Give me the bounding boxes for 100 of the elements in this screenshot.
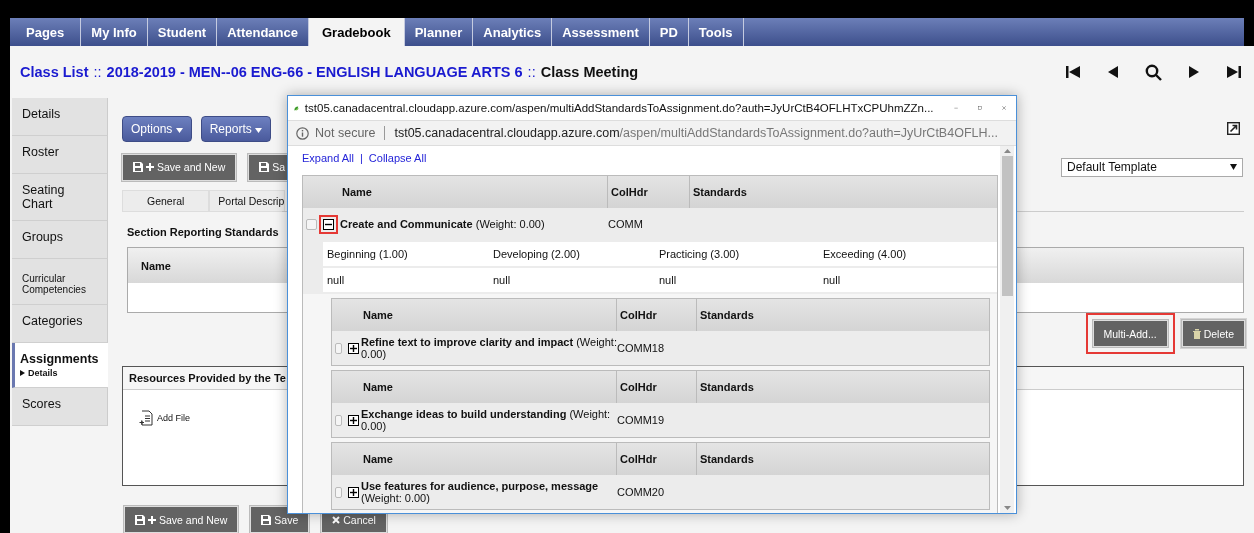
close-icon (332, 515, 341, 524)
scroll-up-icon[interactable] (1003, 149, 1011, 153)
toolbar-button[interactable]: Save and New (122, 153, 237, 181)
panel-title: Resources Provided by the Te (129, 372, 286, 384)
column-header: Standards (696, 371, 989, 403)
nav-tab[interactable]: Tools (688, 18, 744, 46)
nav-tab[interactable]: Gradebook (309, 18, 405, 46)
table-cell-text: COMM20 (617, 486, 666, 498)
nav-tab[interactable]: Planner (404, 18, 474, 46)
sidebar-item[interactable]: Roster (12, 136, 108, 174)
action-button[interactable]: Multi-Add... (1092, 320, 1168, 347)
standard-name: Create and Communicate (Weight: 0.00) (340, 218, 546, 230)
info-icon (296, 126, 309, 140)
table-cell-text: COMM19 (617, 414, 666, 426)
action-button[interactable]: Delete (1181, 320, 1245, 347)
nav-tab[interactable]: My Info (81, 18, 148, 46)
row-checkbox[interactable] (335, 486, 342, 498)
save-icon (261, 514, 272, 525)
column-header: Name (141, 259, 171, 272)
column-header: Standards (696, 443, 989, 475)
caret-icon (255, 127, 263, 133)
sidebar-item[interactable]: Seating Chart (12, 174, 108, 221)
level-label: Practicing (3.00) (658, 248, 741, 260)
scroll-down-icon[interactable] (1003, 506, 1011, 510)
nav-tab[interactable]: PD (649, 18, 689, 46)
standard-name: Exchange ideas to build understanding (Weight: 0.00) (361, 408, 612, 432)
sidebar-item[interactable]: Details (12, 98, 108, 136)
triangle-icon (20, 370, 25, 376)
column-header: ColHdr (616, 299, 696, 331)
caret-icon (1230, 164, 1237, 170)
column-header: Name (362, 308, 394, 323)
level-label: Developing (2.00) (492, 248, 581, 260)
save-icon (135, 514, 145, 525)
breadcrumb-separator: :: (93, 64, 102, 80)
table-cell-text: COMM18 (617, 342, 666, 354)
collapse-icon[interactable] (323, 218, 334, 230)
column-header: ColHdr (616, 371, 696, 403)
column-header: Name (362, 380, 394, 395)
save-icon (259, 162, 270, 172)
sidebar-item[interactable]: Curricular Competencies (12, 259, 108, 305)
search-icon[interactable] (1145, 63, 1162, 81)
save-icon (133, 162, 143, 172)
sidebar-item[interactable]: Categories (12, 305, 108, 343)
add-file-link[interactable]: Add File (157, 413, 191, 423)
caret-icon (175, 127, 183, 133)
scrollbar[interactable] (1000, 146, 1014, 513)
sidebar-item[interactable]: Scores (12, 388, 108, 426)
last-record-icon[interactable] (1226, 65, 1242, 79)
add-file-icon[interactable] (139, 410, 153, 426)
column-header: Name (341, 185, 373, 200)
column-header: ColHdr (607, 176, 689, 208)
security-label: Not secure (315, 126, 376, 140)
breadcrumb-separator: :: (527, 64, 536, 80)
expand-icon[interactable] (348, 486, 359, 498)
level-label: Beginning (1.00) (326, 248, 409, 260)
url-text: tst05.canadacentral.cloudapp.azure.com/aspen/multiAddStandardsToAssignment.do?auth=JyUrCtB4OFLH... (394, 126, 998, 140)
column-header: ColHdr (616, 443, 696, 475)
column-header: Standards (696, 299, 989, 331)
template-select[interactable]: Default Template (1061, 157, 1243, 177)
next-record-icon[interactable] (1188, 65, 1200, 79)
row-checkbox[interactable] (335, 342, 342, 354)
nav-tab[interactable]: Pages (10, 18, 82, 46)
page-title: Class Meeting (540, 64, 639, 80)
link-separator: | (360, 152, 363, 164)
footer-button[interactable]: Save and New (124, 506, 239, 533)
standard-name: Use features for audience, purpose, message (Weight: 0.00) (361, 480, 600, 504)
section-title: Section Reporting Standards (127, 226, 280, 238)
nav-tab[interactable]: Student (147, 18, 218, 46)
expand-icon[interactable] (348, 342, 359, 354)
plus-icon (148, 515, 156, 524)
column-header: Name (362, 452, 394, 467)
breadcrumb-link[interactable]: 2018-2019 - MEN--06 ENG-66 - ENGLISH LANGUAGE ARTS 6 (106, 64, 523, 80)
expand-icon[interactable] (348, 414, 359, 426)
sidebar-item[interactable]: Groups (12, 221, 108, 259)
expand-link[interactable]: Expand All (302, 152, 354, 164)
table-cell-text: COMM (608, 218, 644, 230)
sub-tab[interactable]: General (122, 190, 210, 212)
menu-button[interactable]: Reports (200, 115, 272, 142)
level-value: null (658, 274, 678, 286)
trash-icon (1192, 328, 1201, 339)
column-header: Standards (689, 176, 997, 208)
expand-link[interactable]: Collapse All (368, 152, 427, 164)
nav-tab[interactable]: Analytics (473, 18, 553, 46)
row-checkbox[interactable] (335, 414, 342, 426)
standard-name: Refine text to improve clarity and impact (Weight: 0.00) (361, 336, 617, 360)
nav-tab[interactable]: Assessment (552, 18, 650, 46)
row-checkbox[interactable] (306, 218, 317, 230)
previous-record-icon[interactable] (1107, 65, 1119, 79)
plus-icon (146, 163, 154, 171)
pop-out-icon[interactable] (1227, 122, 1240, 135)
sidebar-subitem[interactable]: Details (28, 368, 58, 378)
sidebar-item[interactable]: Assignments Details (12, 343, 108, 388)
address-bar[interactable]: Not secure tst05.canadacentral.cloudapp.azure.com/aspen/multiAddStandardsToAssignment.do?auth=JyUrCtB4OFLH... (288, 120, 1016, 146)
window-title: tst05.canadacentral.cloudapp.azure.com/aspen/multiAddStandardsToAssignment.do?auth=JyUrCtB4OFLHTxCPUhmZZn... (304, 102, 934, 114)
first-record-icon[interactable] (1065, 65, 1081, 79)
breadcrumb-link[interactable]: Class List (20, 64, 89, 80)
menu-button[interactable]: Options (122, 115, 192, 142)
level-value: null (492, 274, 512, 286)
level-value: null (822, 274, 842, 286)
sub-tab[interactable]: Portal Descrip (209, 190, 286, 212)
